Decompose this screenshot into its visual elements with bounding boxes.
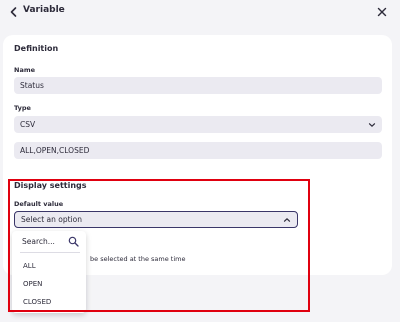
name-label: Name [14, 66, 36, 74]
csv-values-input[interactable]: ALL,OPEN,CLOSED [14, 142, 382, 159]
option-all[interactable]: ALL [23, 262, 36, 270]
definition-title: Definition [14, 44, 59, 53]
chevron-left-icon[interactable] [8, 6, 20, 18]
type-select[interactable]: CSV [14, 116, 382, 133]
dialog-header: Variable [0, 0, 400, 26]
type-select-value: CSV [20, 120, 36, 129]
name-input[interactable]: Status [14, 77, 382, 94]
option-open[interactable]: OPEN [23, 280, 42, 288]
chevron-up-icon [283, 218, 291, 222]
default-value-dropdown: Search... ALL OPEN CLOSED [12, 231, 86, 313]
default-value-placeholder: Select an option [21, 215, 82, 224]
default-value-select[interactable]: Select an option [14, 211, 298, 228]
close-icon[interactable] [376, 6, 388, 18]
search-icon [68, 236, 79, 247]
display-settings-title: Display settings [14, 181, 87, 190]
type-label: Type [14, 104, 31, 112]
multi-select-hint: be selected at the same time [90, 255, 186, 263]
chevron-down-icon [368, 123, 376, 127]
dialog-title: Variable [23, 5, 65, 15]
dropdown-search-input[interactable]: Search... [22, 237, 55, 246]
default-value-label: Default value [14, 200, 64, 208]
option-closed[interactable]: CLOSED [23, 298, 51, 306]
search-divider [20, 252, 80, 253]
